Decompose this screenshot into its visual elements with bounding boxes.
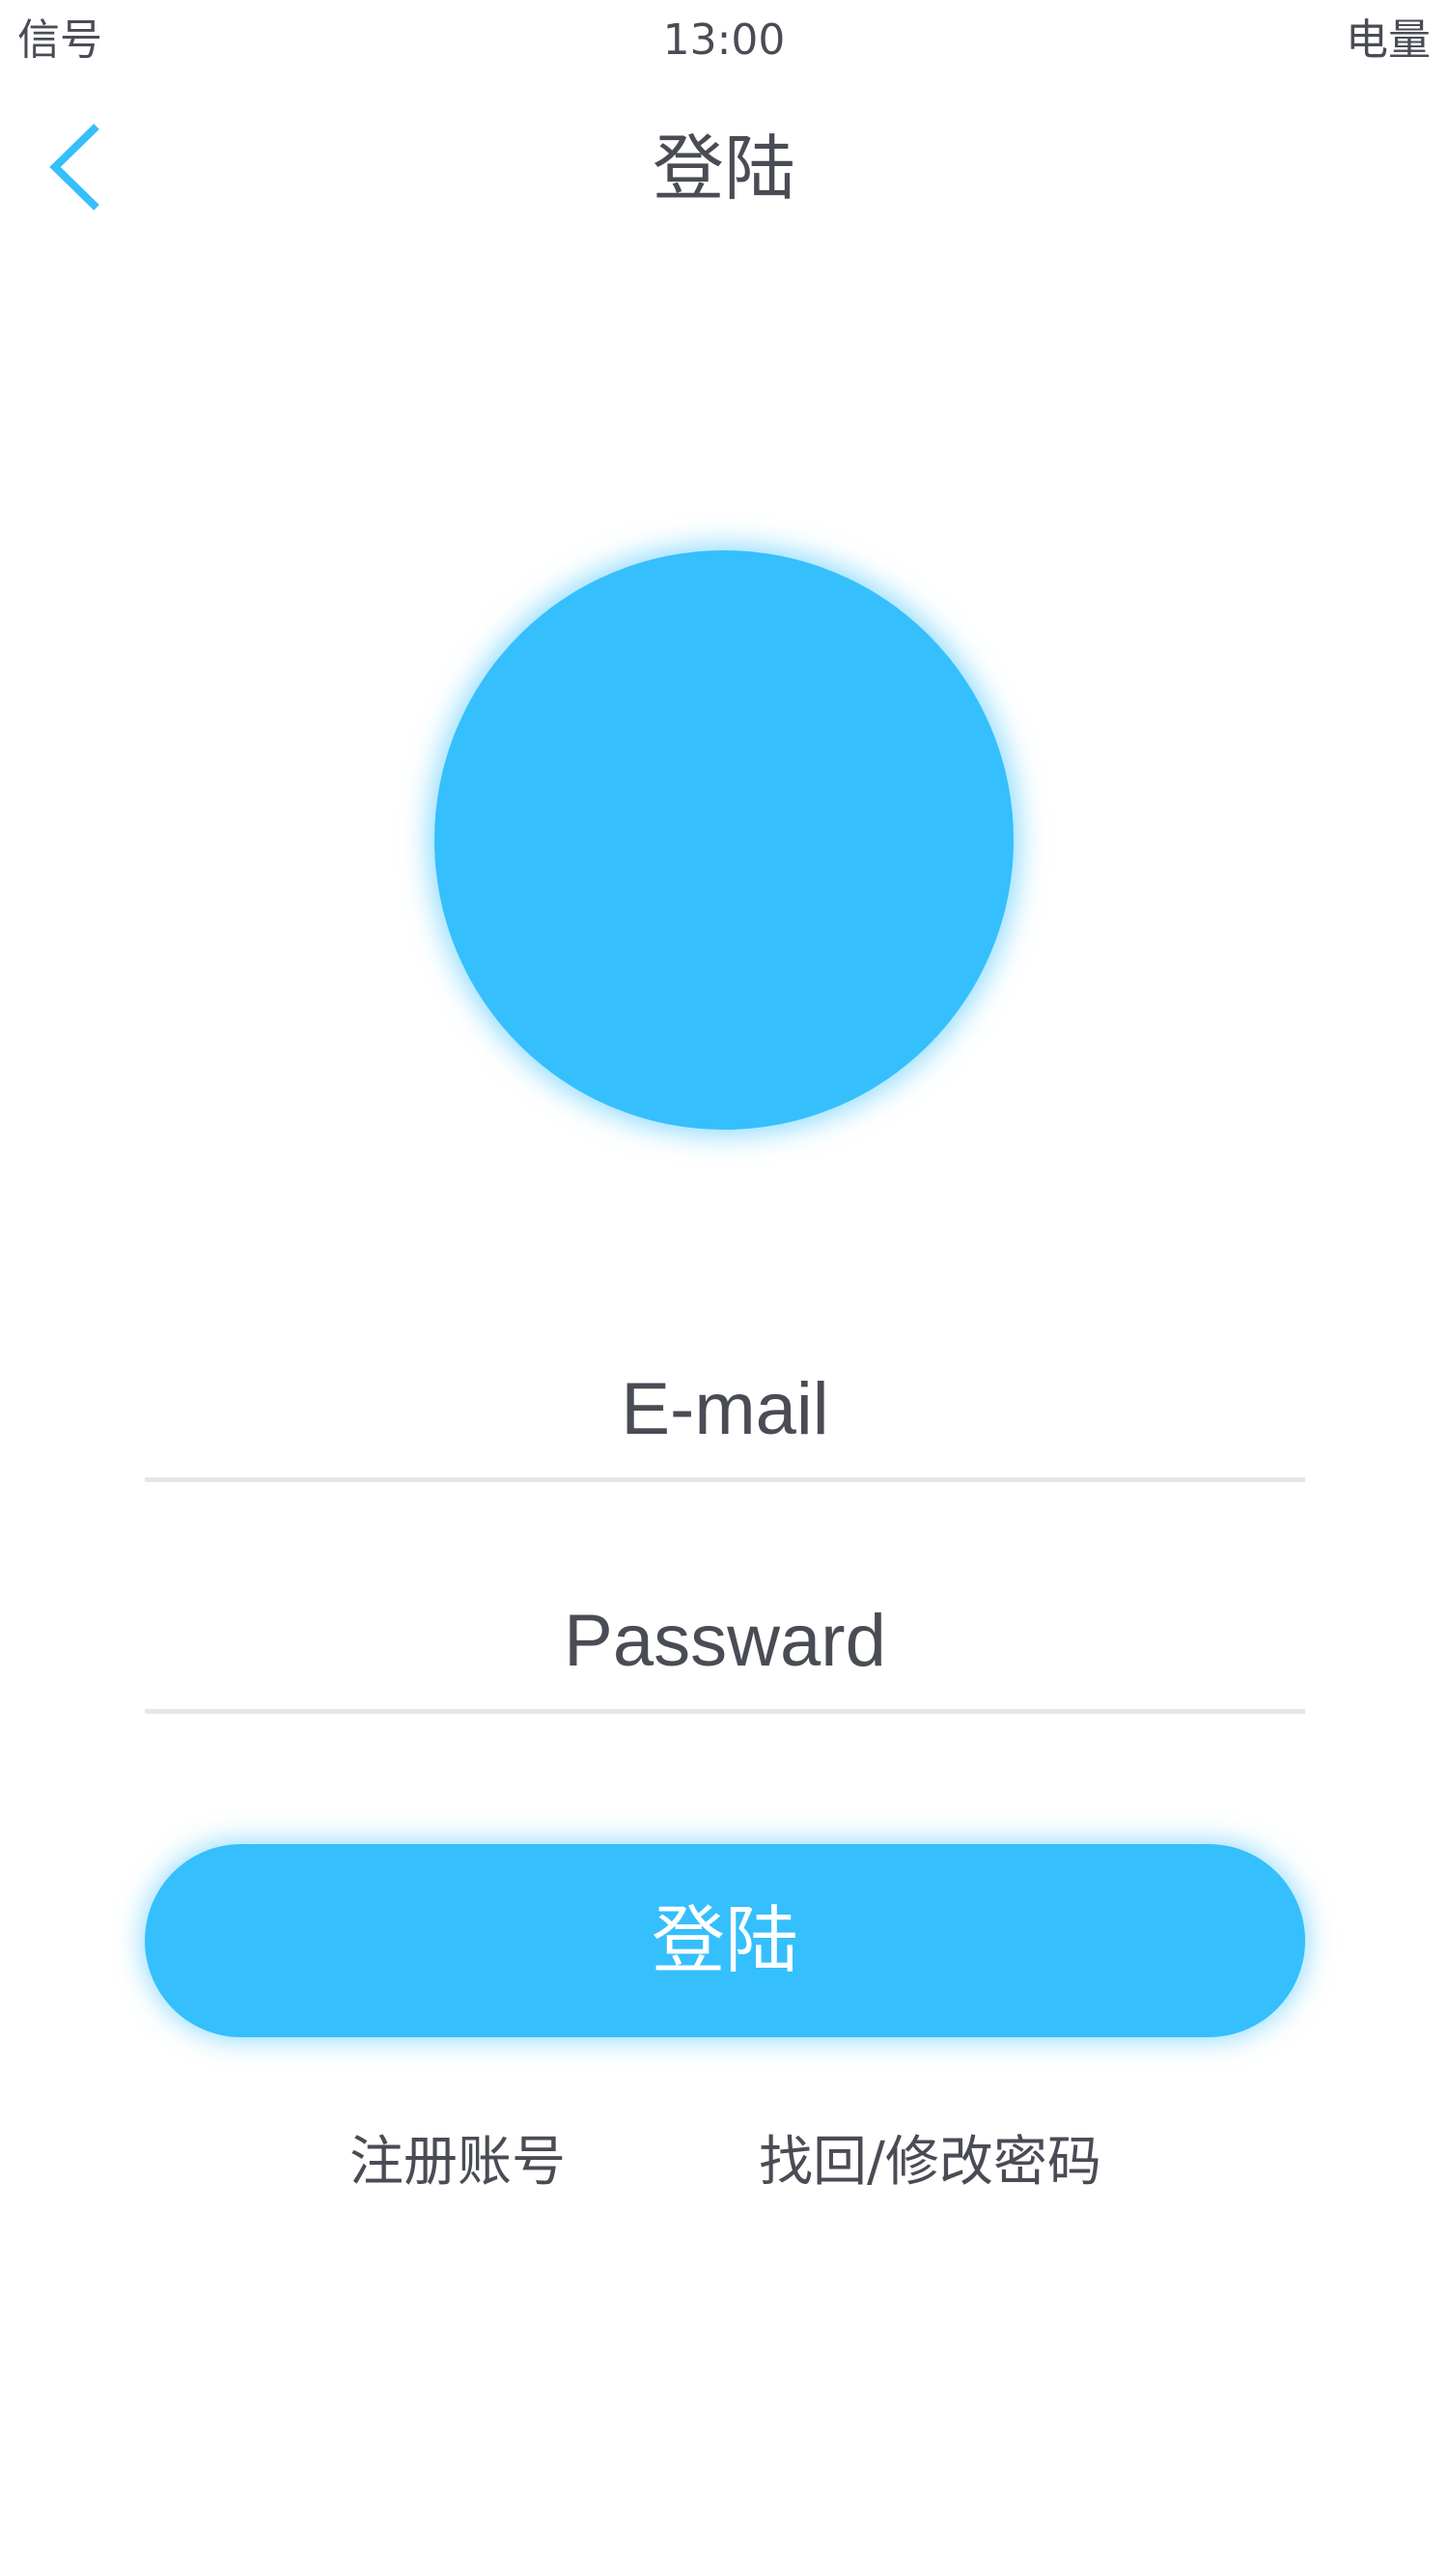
navigation-bar: 登陆 xyxy=(0,97,1448,241)
status-time: 13:00 xyxy=(662,15,786,65)
battery-indicator: 电量 xyxy=(1346,15,1431,65)
password-field xyxy=(145,1583,1305,1714)
register-link[interactable]: 注册账号 xyxy=(349,2124,566,2201)
email-field xyxy=(145,1352,1305,1482)
login-button[interactable]: 登陆 xyxy=(145,1844,1305,2037)
login-button-label: 登陆 xyxy=(652,1897,798,1983)
recover-password-link[interactable]: 找回/修改密码 xyxy=(759,2124,1101,2201)
email-input[interactable] xyxy=(145,1352,1305,1466)
password-input[interactable] xyxy=(145,1583,1305,1697)
login-screen: 信号 13:00 电量 登陆 登陆 注册账号 找回/修改密码 xyxy=(0,0,1448,2576)
avatar[interactable] xyxy=(434,550,1014,1130)
page-title: 登陆 xyxy=(653,127,795,210)
status-bar: 信号 13:00 电量 xyxy=(0,0,1448,87)
